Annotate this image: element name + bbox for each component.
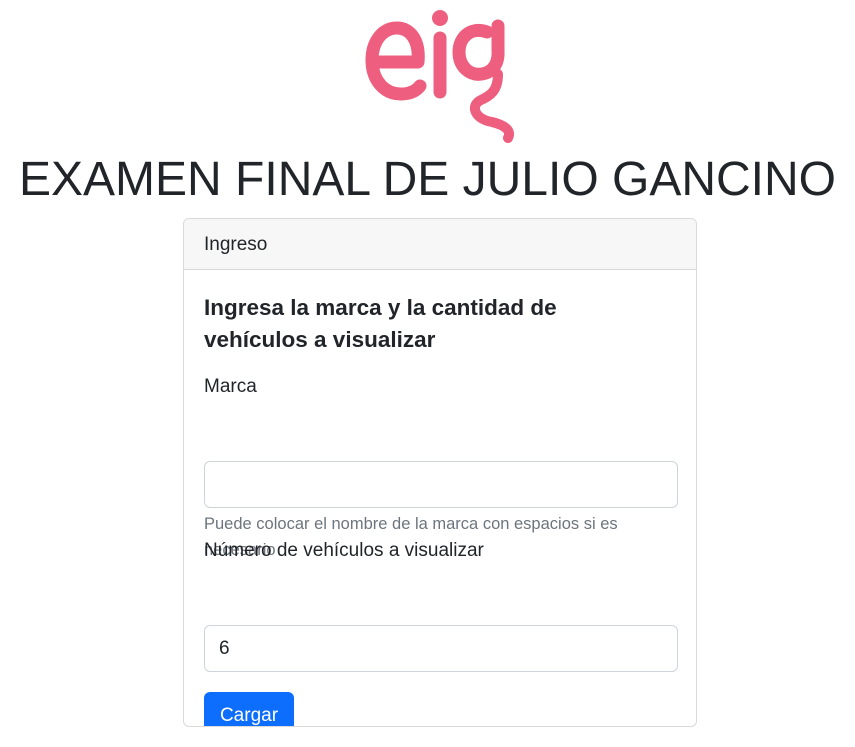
vehicle-count-label: Número de vehículos a visualizar	[204, 540, 484, 561]
page-title: EXAMEN FINAL DE JULIO GANCINO	[18, 153, 837, 206]
card-header: Ingreso	[184, 219, 696, 270]
eig-logo	[365, 10, 514, 143]
card-title: Ingresa la marca y la cantidad de vehícu…	[204, 295, 557, 352]
logo-dot	[432, 10, 448, 26]
marca-input[interactable]	[204, 461, 678, 508]
entry-card: Ingreso Ingresa la marca y la cantidad d…	[183, 218, 697, 727]
load-button[interactable]: Cargar	[204, 692, 294, 726]
marca-label: Marca	[204, 376, 257, 397]
vehicle-count-input[interactable]	[204, 625, 678, 672]
